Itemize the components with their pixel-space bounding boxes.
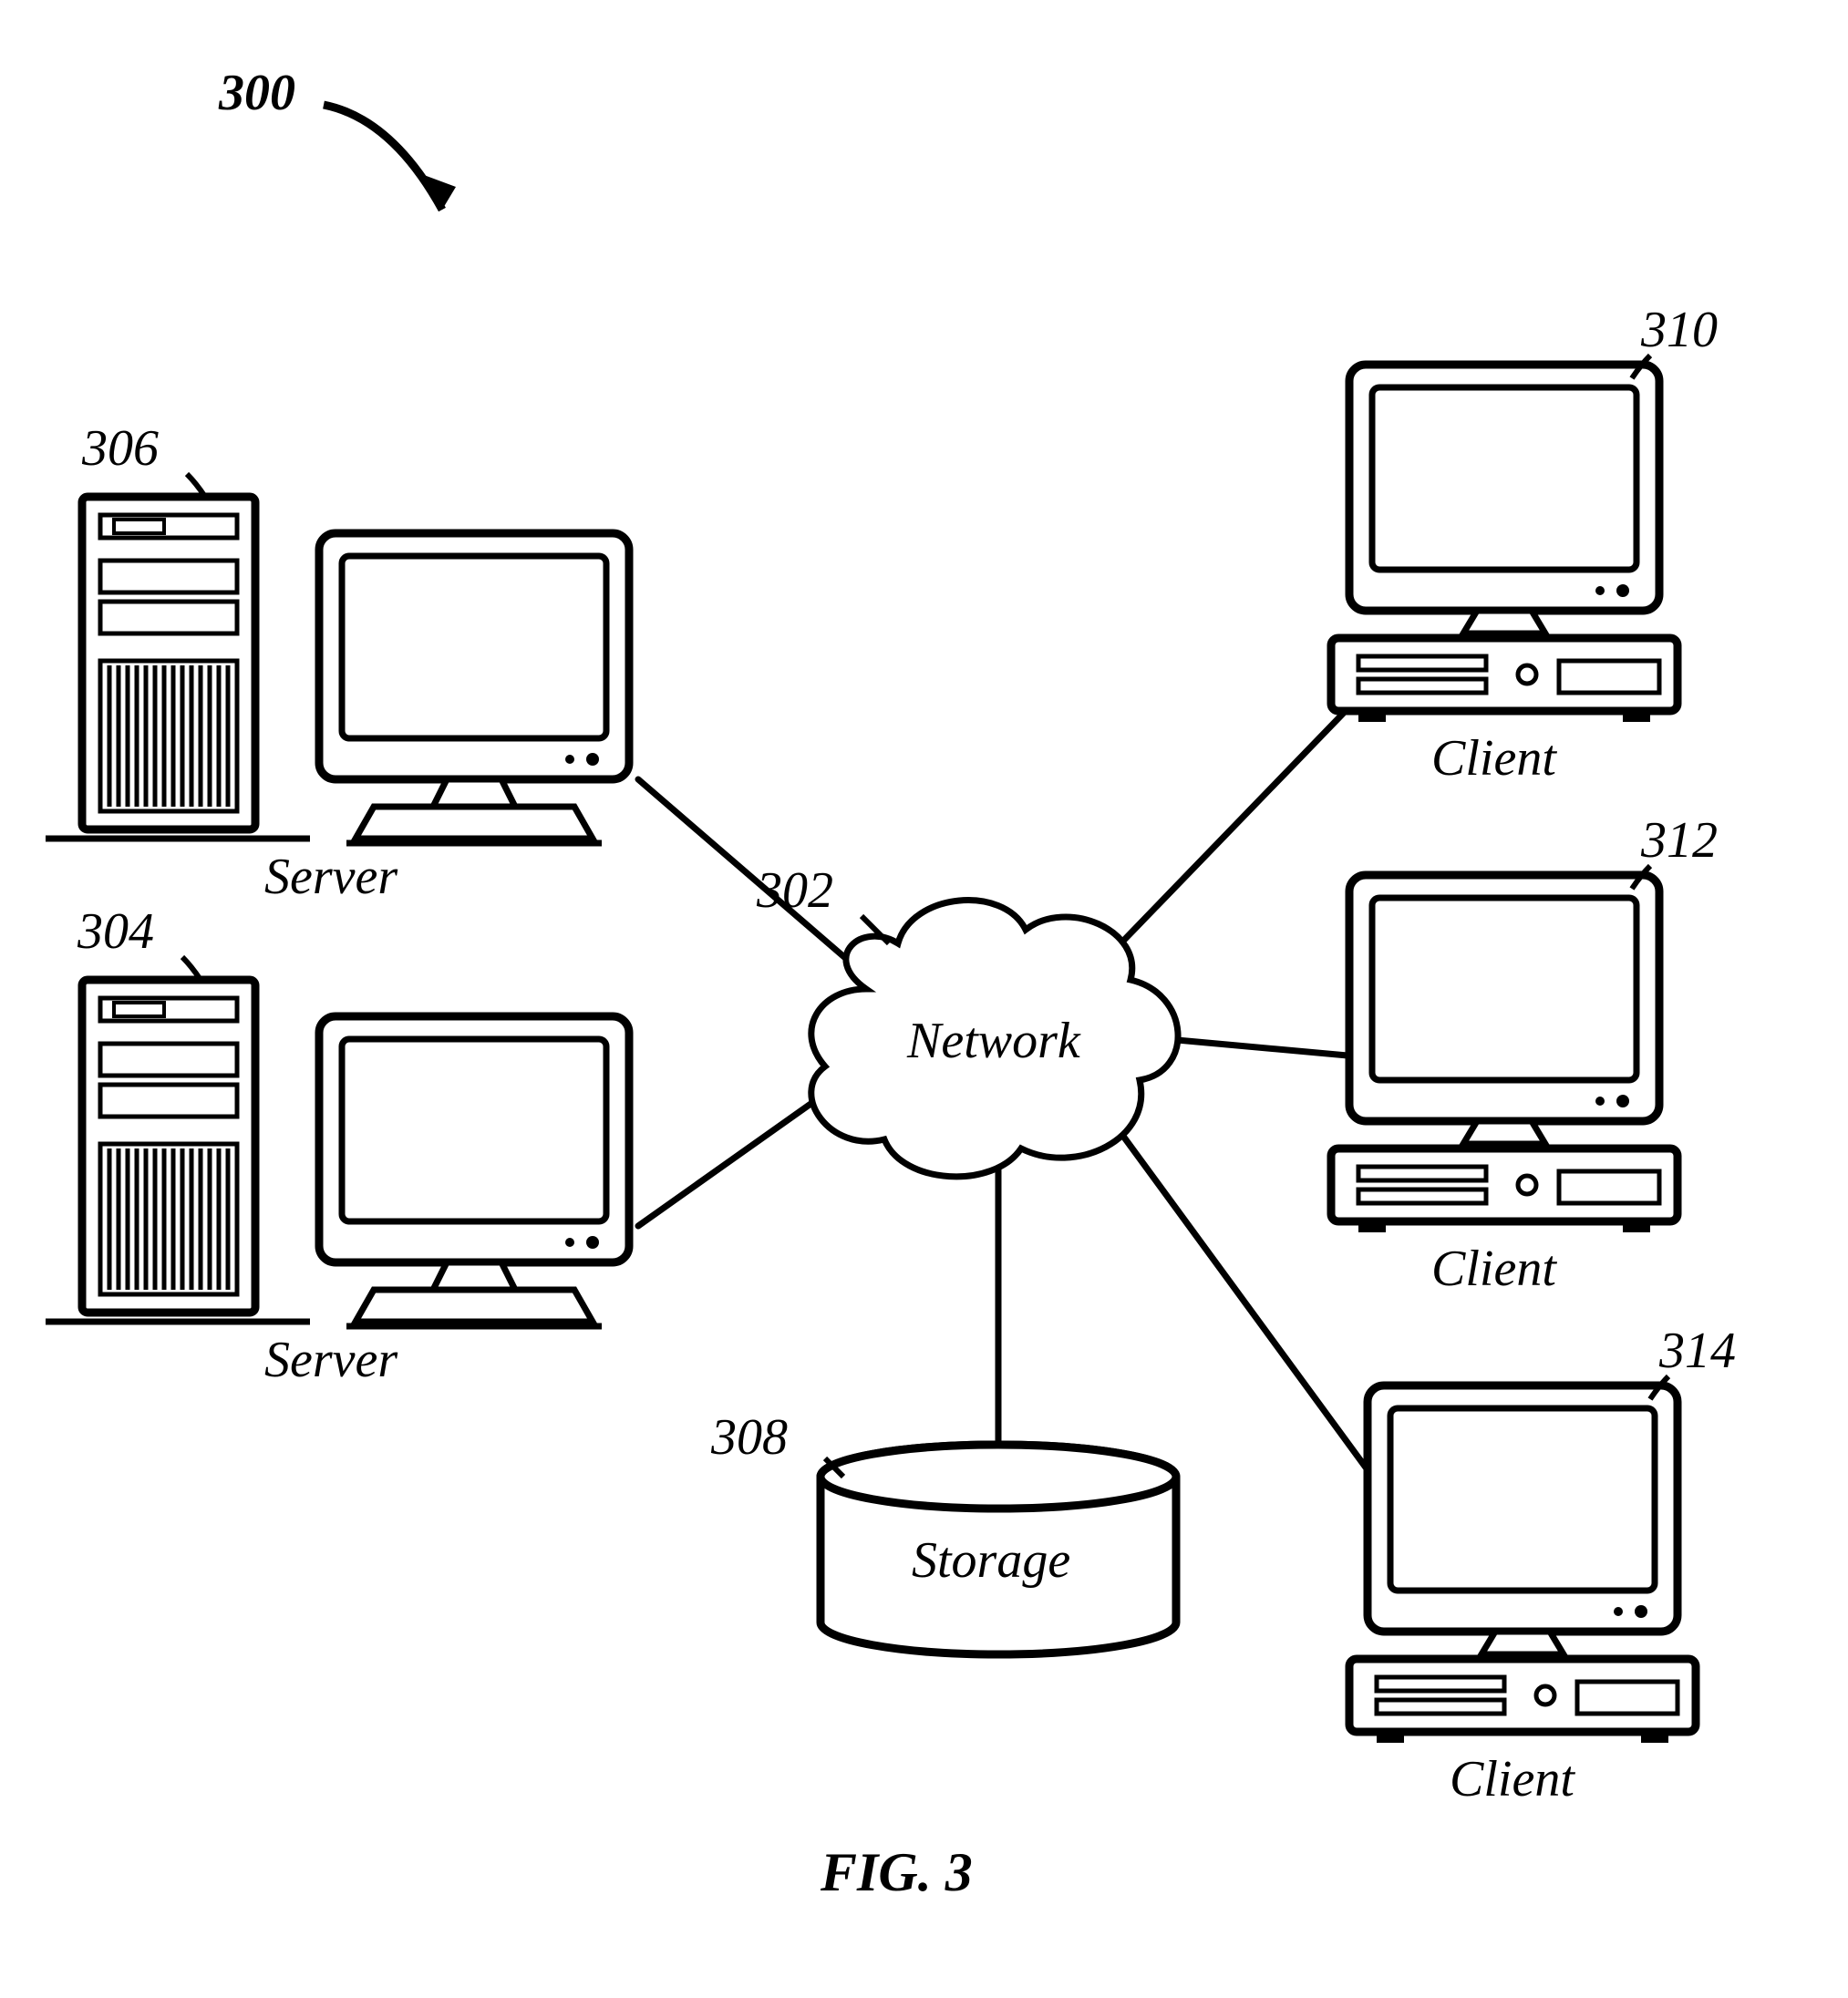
figure-caption: FIG. 3 bbox=[821, 1841, 973, 1904]
figure-stage: 300 302 Network bbox=[0, 0, 1848, 1998]
client-bottom-ref: 314 bbox=[1659, 1322, 1736, 1380]
client-bottom-label: Client bbox=[1450, 1750, 1574, 1808]
client-bottom-node bbox=[0, 0, 1848, 1998]
